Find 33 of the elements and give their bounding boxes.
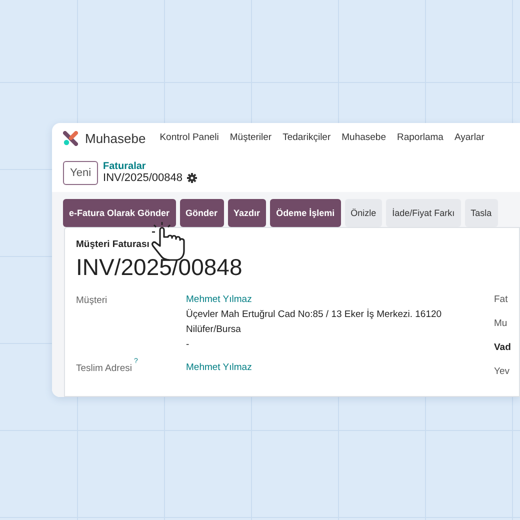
logo-icon [63,130,78,146]
record-title: INV/2025/00848 [103,172,183,186]
action-button[interactable]: Yazdır [228,199,266,227]
action-button[interactable]: Tasla [464,199,498,227]
menu-item[interactable]: Raporlama [397,131,444,146]
new-button[interactable]: Yeni [63,160,98,186]
action-button[interactable]: İade/Fiyat Farkı [386,199,461,227]
action-button[interactable]: Önizle [344,199,382,227]
menu-item[interactable]: Kontrol Paneli [160,131,219,146]
field-value: Üçevler Mah Ertuğrul Cad No:85 / 13 Eker İş Merkezi. 16120 [186,308,443,322]
help-mark[interactable]: ? [134,358,138,365]
action-button[interactable]: Ödeme İşlemi [270,199,341,227]
app-name: Muhasebe [85,130,146,148]
field-link[interactable]: Mehmet Yılmaz [186,292,494,307]
field-label: Mu [494,316,508,331]
invoice-number: INV/2025/00848 [76,254,244,282]
field-label: Müşteri [76,294,108,306]
settings-icon[interactable] [186,173,197,184]
document-type: Müşteri Faturası [76,238,150,252]
menu-item[interactable]: Tedarikçiler [282,131,331,146]
field-link[interactable]: Mehmet Yılmaz [186,360,494,375]
menu-item[interactable]: Muhasebe [342,131,386,146]
field-label: Yev [494,364,510,379]
menu-item[interactable]: Ayarlar [454,131,484,146]
action-button[interactable]: e-Fatura Olarak Gönder [63,199,176,227]
field-value: Nilüfer/Bursa [186,322,242,337]
breadcrumb-link[interactable]: Faturalar [103,160,197,172]
field-label: Fat [494,292,509,307]
field-label: Vad [494,340,511,355]
field-value: - [186,338,190,352]
menu-item[interactable]: Müşteriler [230,131,272,146]
action-button[interactable]: Gönder [180,199,224,227]
field-label: Teslim Adresi [76,362,132,374]
